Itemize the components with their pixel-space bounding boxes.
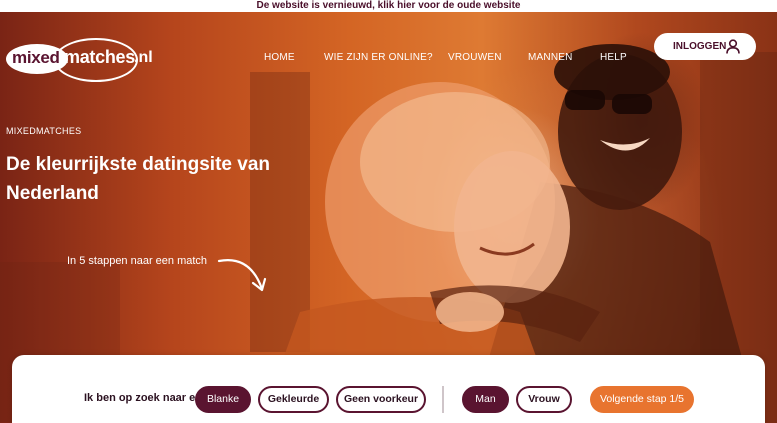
option-gekleurde[interactable]: Gekleurde [258, 386, 329, 413]
nav-item-vrouwen[interactable]: VROUWEN [448, 52, 502, 63]
option-geen-voorkeur[interactable]: Geen voorkeur [336, 386, 426, 413]
option-divider [442, 386, 444, 413]
next-step-button[interactable]: Volgende stap 1/5 [590, 386, 694, 413]
nav-item-mannen[interactable]: MANNEN [528, 52, 573, 63]
search-panel: Ik ben op zoek naar een Blanke Gekleurde… [12, 355, 765, 423]
hero-steps-text: In 5 stappen naar een match [67, 255, 208, 267]
old-website-link[interactable]: De website is vernieuwd, klik hier voor … [257, 0, 521, 11]
user-icon [726, 39, 740, 54]
option-vrouw[interactable]: Vrouw [516, 386, 572, 413]
nav-item-home[interactable]: HOME [264, 52, 295, 63]
nav-item-help[interactable]: HELP [600, 52, 627, 63]
curved-arrow-icon [217, 259, 267, 292]
option-blanke[interactable]: Blanke [195, 386, 251, 413]
nav-item-online[interactable]: WIE ZIJN ER ONLINE? [324, 52, 433, 63]
option-man[interactable]: Man [462, 386, 509, 413]
hero-headline: De kleurrijkste datingsite van Nederland [6, 154, 270, 204]
search-label: Ik ben op zoek naar een [84, 392, 209, 404]
top-announcement-bar: De website is vernieuwd, klik hier voor … [0, 0, 777, 12]
login-button[interactable]: INLOGGEN [654, 33, 756, 60]
login-label: INLOGGEN [673, 41, 727, 52]
hero-eyebrow: MIXEDMATCHES [6, 126, 82, 136]
